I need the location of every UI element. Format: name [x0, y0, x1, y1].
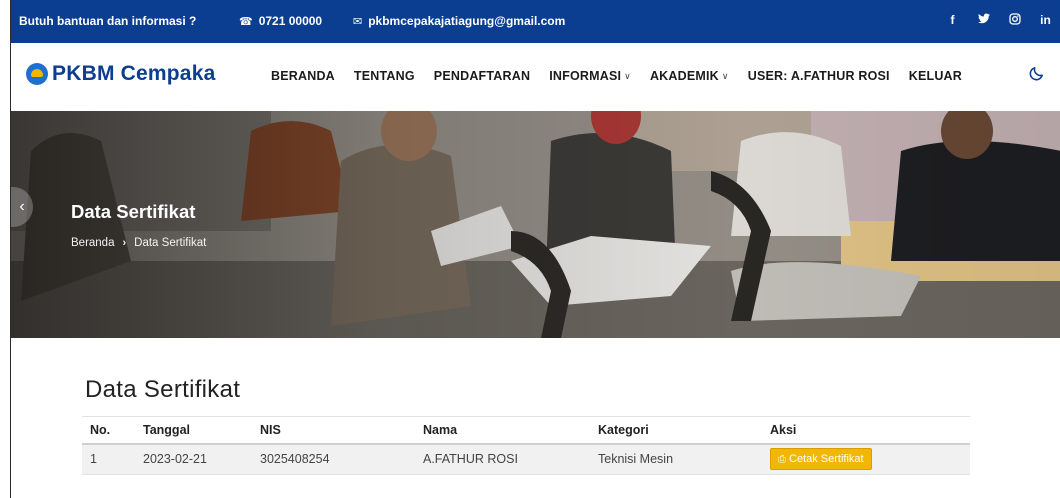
- nav-akademik-label: AKADEMIK: [649, 69, 719, 83]
- col-header-nis: NIS: [252, 416, 415, 445]
- dark-mode-toggle-icon[interactable]: [1028, 65, 1045, 82]
- certificate-table: No. Tanggal NIS Nama Kategori Aksi 1 202…: [82, 416, 970, 475]
- site-header: PKBM Cempaka BERANDA TENTANG PENDAFTARAN…: [11, 43, 1060, 111]
- nav-keluar[interactable]: KELUAR: [909, 69, 962, 83]
- help-label: Butuh bantuan dan informasi ?: [19, 14, 197, 28]
- cell-tanggal: 2023-02-21: [135, 443, 252, 475]
- linkedin-icon[interactable]: in: [1030, 13, 1060, 28]
- col-header-no: No.: [82, 416, 135, 445]
- chevron-down-icon: ∨: [624, 70, 631, 81]
- col-header-nama: Nama: [415, 416, 590, 445]
- top-info-bar: Butuh bantuan dan informasi ? ☎ 0721 000…: [11, 0, 1060, 43]
- hero-title: Data Sertifikat: [71, 201, 196, 222]
- brand-logo[interactable]: PKBM Cempaka: [26, 62, 215, 86]
- col-header-tanggal: Tanggal: [135, 416, 252, 445]
- chevron-right-icon: ›: [122, 237, 127, 249]
- cell-nis: 3025408254: [252, 443, 415, 475]
- breadcrumb-home-link[interactable]: Beranda: [71, 237, 114, 249]
- phone-icon: ☎: [239, 15, 253, 28]
- col-header-kategori: Kategori: [590, 416, 762, 445]
- col-header-aksi: Aksi: [762, 416, 970, 445]
- email-address: pkbmcepakajatiagung@gmail.com: [368, 14, 566, 28]
- tut-wuri-logo-icon: [26, 63, 48, 85]
- envelope-icon: ✉: [353, 15, 363, 28]
- breadcrumb-current: Data Sertifikat: [134, 237, 207, 249]
- print-certificate-button[interactable]: ⎙ Cetak Sertifikat: [770, 448, 872, 471]
- facebook-icon[interactable]: f: [937, 13, 968, 28]
- twitter-icon[interactable]: [968, 13, 999, 28]
- nav-user[interactable]: USER: A.FATHUR ROSI: [748, 69, 890, 83]
- nav-akademik[interactable]: AKADEMIK ∨: [650, 69, 729, 83]
- social-links: f in: [937, 13, 1060, 28]
- print-certificate-label: Cetak Sertifikat: [789, 453, 864, 466]
- phone-contact[interactable]: ☎ 0721 00000: [239, 14, 322, 28]
- cell-nama: A.FATHUR ROSI: [415, 443, 590, 475]
- page-frame: Butuh bantuan dan informasi ? ☎ 0721 000…: [10, 0, 1060, 498]
- page-title: Data Sertifikat: [85, 376, 241, 403]
- table-row: 1 2023-02-21 3025408254 A.FATHUR ROSI Te…: [82, 443, 970, 475]
- cell-no: 1: [82, 443, 135, 475]
- hero-overlay: [11, 111, 1060, 338]
- nav-pendaftaran[interactable]: PENDAFTARAN: [434, 69, 530, 83]
- brand-name: PKBM Cempaka: [52, 62, 216, 85]
- email-contact[interactable]: ✉ pkbmcepakajatiagung@gmail.com: [353, 14, 565, 28]
- nav-informasi[interactable]: INFORMASI ∨: [549, 69, 631, 83]
- main-nav: BERANDA TENTANG PENDAFTARAN INFORMASI ∨ …: [271, 69, 981, 83]
- instagram-icon[interactable]: [999, 13, 1030, 28]
- table-header-row: No. Tanggal NIS Nama Kategori Aksi: [82, 416, 970, 445]
- breadcrumb: Beranda › Data Sertifikat: [71, 237, 206, 249]
- chevron-down-icon: ∨: [721, 70, 729, 81]
- nav-beranda[interactable]: BERANDA: [271, 69, 335, 83]
- nav-tentang[interactable]: TENTANG: [354, 69, 415, 83]
- phone-number: 0721 00000: [258, 14, 323, 28]
- printer-icon: ⎙: [778, 453, 786, 465]
- nav-informasi-label: INFORMASI: [549, 69, 622, 83]
- cell-kategori: Teknisi Mesin: [590, 443, 762, 475]
- help-text: Butuh bantuan dan informasi ?: [19, 14, 196, 28]
- hero-banner: ‹ Data Sertifikat Beranda › Data Sertifi…: [11, 111, 1060, 338]
- cell-aksi: ⎙ Cetak Sertifikat: [762, 443, 970, 475]
